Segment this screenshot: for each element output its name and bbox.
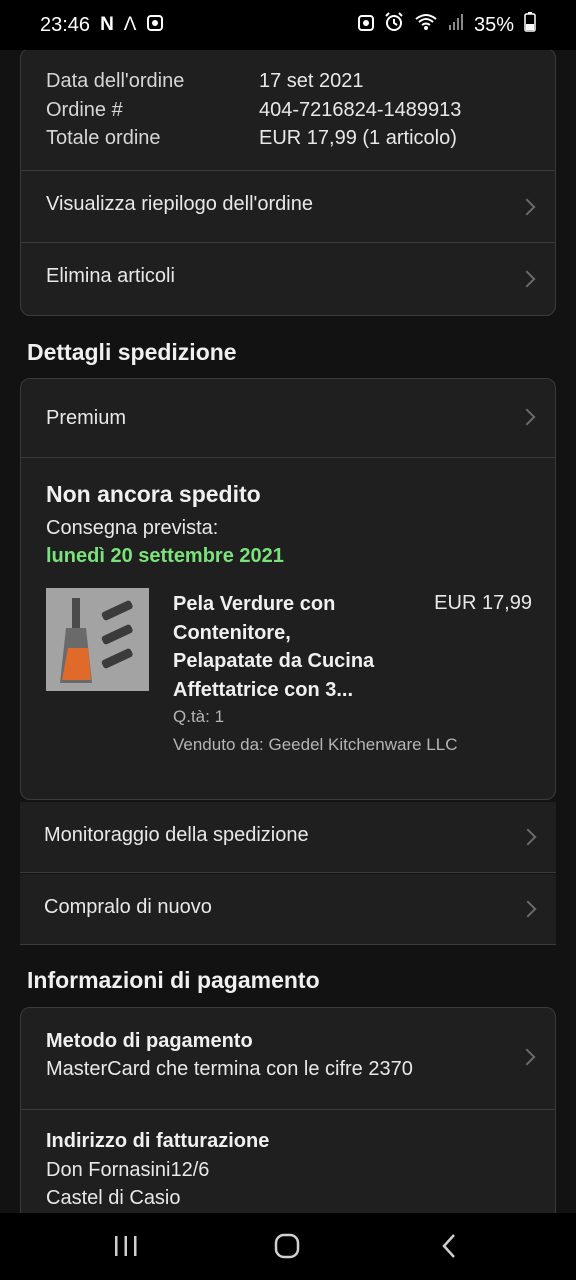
battery-icon [524,12,536,38]
payment-section-title: Informazioni di pagamento [27,967,320,993]
chevron-right-icon [519,828,537,846]
product-image[interactable] [46,588,149,691]
app-icon [146,14,163,37]
payment-method-value: MasterCard che termina con le cifre 2370 [46,1058,413,1080]
status-bar: 23:46 N Λ 35% [0,0,576,50]
order-date-label: Data dell'ordine [46,70,185,92]
order-total-value: EUR 17,99 (1 articolo) [259,127,457,149]
delivery-label: Consegna prevista: [46,517,219,539]
payment-method-row[interactable]: Metodo di pagamento MasterCard che termi… [21,1008,555,1109]
wifi-icon [414,13,438,37]
delete-items-row[interactable]: Elimina articoli [21,243,555,315]
billing-address-line: Don Fornasini12/6 [46,1159,210,1181]
billing-address-row: Indirizzo di fatturazione Don Fornasini1… [21,1110,555,1213]
recents-icon[interactable] [113,1235,139,1262]
product-title-line: Contenitore, [173,621,291,644]
product-seller: Venduto da: Geedel Kitchenware LLC [173,735,458,754]
navigation-bar [0,1213,576,1280]
buy-again-row[interactable]: Compralo di nuovo [20,874,556,945]
view-order-summary-label: Visualizza riepilogo dell'ordine [46,193,313,215]
status-time: 23:46 [40,13,91,36]
shipping-section-title: Dettagli spedizione [27,339,237,365]
track-shipment-label: Monitoraggio della spedizione [44,824,309,846]
divider [21,457,555,458]
order-info: Data dell'ordine 17 set 2021 Ordine # 40… [46,67,555,153]
buy-again-label: Compralo di nuovo [44,896,212,918]
chevron-right-icon [518,270,536,288]
order-date-value: 17 set 2021 [259,70,364,92]
payment-method-title: Metodo di pagamento [46,1030,253,1052]
shipping-card: Premium Non ancora spedito Consegna prev… [20,378,556,800]
premium-row[interactable]: Premium [21,379,555,457]
back-icon[interactable] [440,1233,458,1264]
order-number-value: 404-7216824-1489913 [259,98,462,121]
product-price: EUR 17,99 [434,592,532,614]
track-shipment-row[interactable]: Monitoraggio della spedizione [20,802,556,873]
alarm-icon [384,12,404,38]
shipping-service-label: Premium [46,407,127,429]
battery-percent: 35% [473,13,514,36]
delivery-date: lunedì 20 settembre 2021 [46,545,284,567]
product-title-line: Pelapatate da Cucina [173,650,375,672]
signal-icon [448,13,464,37]
screenshot-icon [357,13,374,37]
order-number-label: Ordine # [46,98,123,121]
payment-card: Metodo di pagamento MasterCard che termi… [20,1007,556,1213]
n-icon: N [100,14,114,35]
billing-address-line: Castel di Casio [46,1187,181,1209]
chevron-right-icon [518,198,536,216]
product-quantity: Q.tà: 1 [173,707,225,726]
chevron-right-icon [518,1048,536,1066]
lambda-icon: Λ [123,14,137,35]
order-total-label: Totale ordine [46,127,161,149]
home-icon[interactable] [274,1233,300,1264]
view-order-summary-row[interactable]: Visualizza riepilogo dell'ordine [21,171,555,242]
chevron-right-icon [519,900,537,918]
order-summary-card: Data dell'ordine 17 set 2021 Ordine # 40… [20,50,556,316]
product-title[interactable]: Pela Verdure con Contenitore, Pelapatate… [173,590,413,704]
order-details-scroll[interactable]: Data dell'ordine 17 set 2021 Ordine # 40… [0,50,576,1213]
product-title-line: Affettatrice con 3... [173,678,354,701]
delete-items-label: Elimina articoli [46,265,175,287]
billing-address-title: Indirizzo di fatturazione [46,1130,270,1152]
chevron-right-icon [518,408,536,426]
shipping-status: Non ancora spedito [46,481,261,507]
product-title-line: Pela Verdure con [173,593,336,615]
